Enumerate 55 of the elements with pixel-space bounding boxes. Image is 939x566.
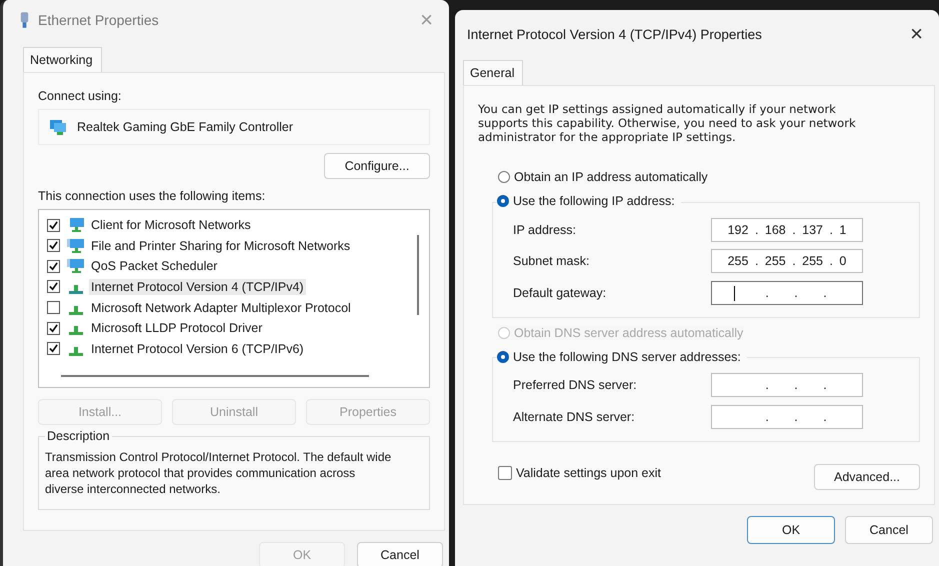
close-button[interactable]: × — [906, 23, 927, 45]
intro-text: You can get IP settings assigned automatically if your network supports this capability. Otherwise, you need to ask your network administrator for the appropriate IP settings. — [478, 102, 857, 144]
checkbox[interactable] — [47, 280, 60, 294]
radio-option[interactable]: Obtain an IP address automatically — [498, 170, 708, 184]
adapter-field: Realtek Gaming GbE Family Controller — [38, 108, 430, 145]
scrollbar[interactable] — [417, 234, 419, 315]
ip-address-field[interactable]: 255 . 255 . 255 . 0 — [711, 249, 863, 274]
window-title: Internet Protocol Version 4 (TCP/IPv4) Properties — [467, 26, 763, 42]
ip-address-field[interactable]: . . . — [711, 404, 863, 429]
group-legend: Description — [45, 429, 112, 443]
network-protocol-icon — [69, 284, 83, 294]
validate-checkbox[interactable]: Validate settings upon exit — [498, 466, 662, 480]
dialog-button[interactable]: Cancel — [845, 516, 933, 544]
ip-address-field[interactable]: . . . — [711, 373, 863, 398]
field-label: Preferred DNS server: — [513, 378, 637, 392]
ip-address-field[interactable]: . . . — [711, 280, 863, 305]
description-text: Transmission Control Protocol/Internet Protocol. The default wide area network protocol that provides communication across diverse interconnected networks. — [45, 449, 392, 497]
radio-option[interactable]: Use the following IP address: — [497, 194, 675, 208]
computer-icon — [67, 217, 85, 234]
checkbox[interactable] — [47, 322, 60, 335]
list-item[interactable]: File and Printer Sharing for Microsoft Networks — [89, 238, 352, 254]
checkbox[interactable] — [47, 239, 60, 252]
checkbox[interactable] — [47, 218, 60, 232]
list-item[interactable]: Internet Protocol Version 4 (TCP/IPv4) — [89, 278, 306, 295]
network-adapter-icon — [49, 118, 67, 135]
dialog-button[interactable]: Cancel — [357, 542, 443, 566]
scrollbar[interactable] — [61, 375, 369, 377]
field-label: Alternate DNS server: — [513, 410, 635, 424]
field-label: This connection uses the following items: — [38, 188, 266, 205]
ip-address-field[interactable]: 192 . 168 . 137 . 1 — [711, 218, 863, 242]
checkbox[interactable] — [47, 342, 60, 356]
network-protocol-icon — [69, 326, 83, 336]
checkbox[interactable] — [47, 260, 60, 273]
computer-icon — [67, 258, 85, 274]
tab[interactable]: Networking — [23, 46, 102, 72]
field-label: Subnet mask: — [513, 254, 590, 268]
configure-button[interactable]: Configure... — [324, 152, 430, 179]
window-title: Ethernet Properties — [38, 12, 160, 28]
computer-icon — [67, 238, 85, 254]
list-item[interactable]: Microsoft LLDP Protocol Driver — [89, 320, 264, 336]
field-label: Connect using: — [38, 88, 122, 105]
list-item[interactable]: Internet Protocol Version 6 (TCP/IPv6) — [89, 340, 306, 357]
list-item[interactable]: Microsoft Network Adapter Multiplexor Protocol — [89, 300, 353, 316]
dialog-button[interactable]: OK — [747, 516, 835, 544]
network-protocol-icon — [69, 306, 83, 315]
plug-icon — [19, 10, 30, 30]
list-item[interactable]: QoS Packet Scheduler — [89, 258, 220, 274]
field-label: Default gateway: — [513, 286, 606, 300]
advanced-button[interactable]: Advanced... — [814, 464, 920, 490]
network-protocol-icon — [69, 346, 83, 356]
checkbox[interactable] — [47, 301, 60, 314]
field-label: IP address: — [513, 222, 576, 237]
tab[interactable]: General — [463, 60, 524, 85]
list-item[interactable]: Client for Microsoft Networks — [89, 217, 253, 234]
radio-option[interactable]: Use the following DNS server addresses: — [497, 350, 741, 364]
